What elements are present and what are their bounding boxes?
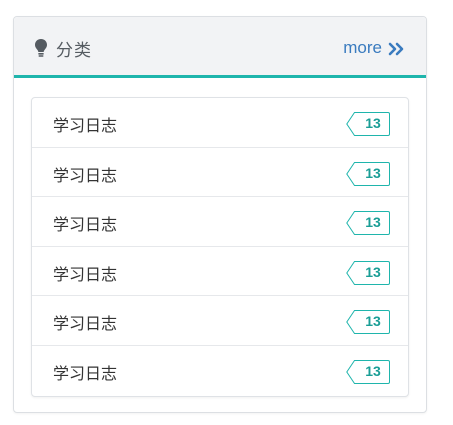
count-value: 13	[365, 164, 381, 181]
list-item[interactable]: 学习日志 13	[32, 296, 408, 346]
double-chevron-right-icon	[388, 41, 404, 56]
count-badge: 13	[346, 161, 390, 186]
panel-header: 分类 more	[14, 17, 426, 78]
count-value: 13	[365, 263, 381, 280]
list-item[interactable]: 学习日志 13	[32, 197, 408, 247]
count-badge: 13	[346, 310, 390, 335]
category-label: 学习日志	[53, 215, 118, 235]
lightbulb-icon	[34, 38, 48, 58]
more-link[interactable]: more	[343, 36, 404, 60]
list-item[interactable]: 学习日志 13	[32, 98, 408, 148]
panel-title-group: 分类	[34, 36, 92, 61]
count-badge: 13	[346, 260, 390, 285]
count-value: 13	[365, 214, 381, 231]
panel-title: 分类	[56, 40, 92, 61]
category-label: 学习日志	[53, 165, 118, 185]
more-link-label: more	[343, 38, 382, 57]
list-item[interactable]: 学习日志 13	[32, 346, 408, 396]
category-list: 学习日志 13 学习日志 13 学习日志 13 学习日志 13 学习日志 13 …	[31, 97, 409, 397]
count-value: 13	[365, 313, 381, 330]
list-item[interactable]: 学习日志 13	[32, 247, 408, 297]
category-label: 学习日志	[53, 314, 118, 334]
category-label: 学习日志	[53, 116, 118, 135]
category-label: 学习日志	[53, 264, 118, 284]
list-item[interactable]: 学习日志 13	[32, 148, 408, 198]
count-badge: 13	[346, 112, 390, 136]
count-value: 13	[365, 362, 381, 379]
count-badge: 13	[346, 359, 390, 384]
category-label: 学习日志	[53, 363, 118, 383]
count-badge: 13	[346, 211, 390, 236]
category-panel: 分类 more 学习日志 13 学习日志 13 学习日志 13 学习日志 13 …	[13, 16, 427, 413]
count-value: 13	[365, 115, 381, 131]
